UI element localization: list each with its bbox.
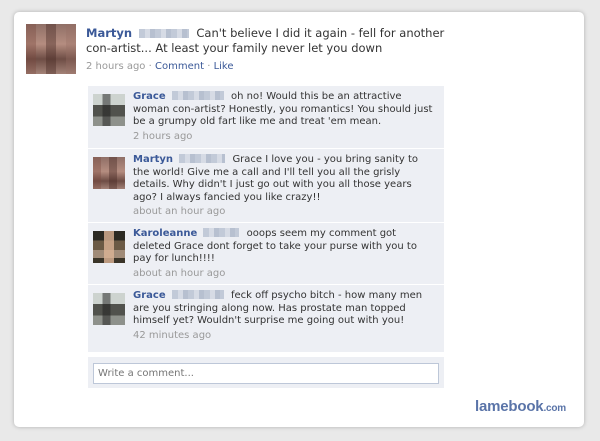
comment-item: Karoleanne ooops seem my comment got del… (88, 223, 444, 285)
brand-tld: .com (543, 403, 566, 414)
comment-timestamp: about an hour ago (133, 267, 226, 279)
redacted-surname (171, 290, 224, 299)
comment-timestamp: 42 minutes ago (133, 329, 212, 341)
post-text-line: Martyn Can't believe I did it again - fe… (86, 26, 446, 56)
meta-separator: · (148, 61, 152, 72)
comment-item: Martyn Grace I love you - you bring sani… (88, 149, 444, 223)
comment-text: Grace I love you - you bring sanity to t… (133, 154, 419, 203)
lamebook-watermark: lamebook.com (475, 398, 566, 415)
redacted-surname (203, 228, 240, 237)
post-author-name[interactable]: Martyn (86, 26, 132, 40)
write-comment-input[interactable] (93, 363, 439, 384)
commenter-avatar[interactable] (93, 157, 125, 189)
post-timestamp: 2 hours ago (86, 61, 146, 72)
commenter-name[interactable]: Martyn (133, 154, 173, 165)
redacted-surname (179, 154, 226, 163)
author-avatar[interactable] (26, 24, 76, 74)
commenter-name[interactable]: Grace (133, 290, 166, 301)
redacted-surname (138, 29, 189, 38)
comments-list: Grace oh no! Would this be an attractive… (88, 86, 444, 388)
comment-item: Grace feck off psycho bitch - how many m… (88, 285, 444, 353)
commenter-name[interactable]: Karoleanne (133, 228, 197, 239)
comment-timestamp: 2 hours ago (133, 130, 193, 142)
comment-link[interactable]: Comment (155, 61, 204, 72)
commenter-avatar[interactable] (93, 293, 125, 325)
like-link[interactable]: Like (214, 61, 234, 72)
commenter-name[interactable]: Grace (133, 91, 166, 102)
commenter-avatar[interactable] (93, 94, 125, 126)
write-comment-box (88, 357, 444, 388)
comment-timestamp: about an hour ago (133, 206, 226, 217)
brand-name: lamebook (475, 398, 544, 415)
post-body: Martyn Can't believe I did it again - fe… (86, 26, 446, 74)
meta-separator: · (207, 61, 211, 72)
redacted-surname (171, 91, 224, 100)
commenter-avatar[interactable] (93, 231, 125, 263)
story-card: Martyn Can't believe I did it again - fe… (14, 12, 584, 427)
comment-item: Grace oh no! Would this be an attractive… (88, 86, 444, 149)
post-meta: 2 hours ago · Comment · Like (86, 59, 446, 74)
